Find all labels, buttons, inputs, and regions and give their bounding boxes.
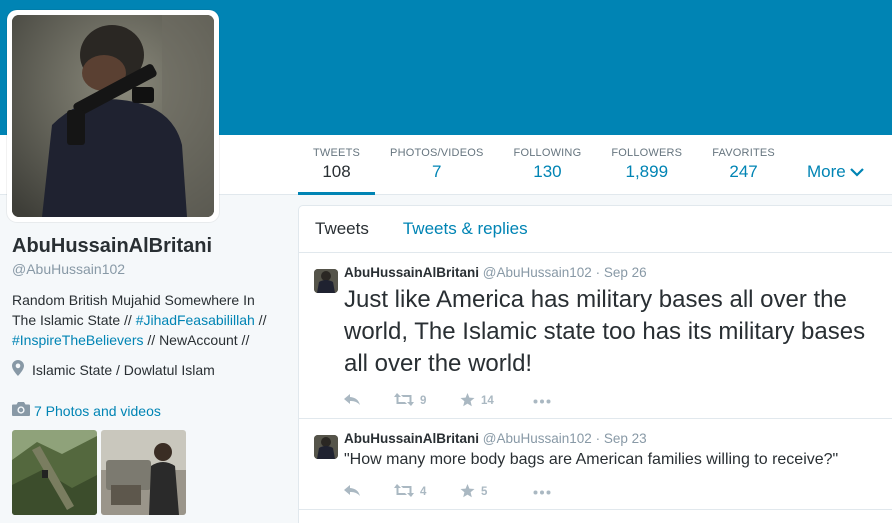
tab-tweets[interactable]: Tweets	[315, 219, 369, 239]
profile-bio: Random British Mujahid Somewhere In The …	[12, 290, 274, 350]
reply-icon	[344, 393, 360, 409]
profile-stats: TWEETS 108 PHOTOS/VIDEOS 7 FOLLOWING 130…	[298, 135, 790, 195]
stat-value: 108	[322, 162, 351, 181]
ellipsis-icon	[533, 486, 551, 498]
star-icon	[460, 392, 475, 410]
more-label: More	[807, 162, 846, 181]
tweet-timestamp[interactable]: Sep 26	[604, 265, 647, 280]
stat-followers[interactable]: FOLLOWERS 1,899	[596, 135, 697, 195]
hashtag-link[interactable]: #JihadFeasabilillah	[136, 312, 255, 328]
photo-thumbnail[interactable]	[12, 430, 97, 515]
profile-avatar[interactable]	[7, 10, 219, 222]
profile-screenname[interactable]: @AbuHussain102	[12, 261, 282, 277]
chevron-down-icon	[849, 162, 864, 182]
tweet-header: AbuHussainAlBritani @AbuHussain102 · Sep…	[344, 431, 877, 446]
retweet-icon	[394, 484, 414, 500]
tweet-item[interactable]: AbuHussainAlBritani @AbuHussain102 · Sep…	[299, 419, 892, 510]
profile-fullname[interactable]: AbuHussainAlBritani	[12, 235, 282, 258]
retweet-count: 4	[420, 486, 427, 498]
favorite-count: 14	[481, 395, 494, 407]
camera-icon	[12, 402, 30, 419]
bio-separator: //	[254, 312, 267, 328]
avatar-image	[12, 15, 214, 217]
favorite-button[interactable]: 5	[460, 483, 533, 501]
hashtag-link[interactable]: #InspireTheBelievers	[12, 332, 144, 348]
stat-label: PHOTOS/VIDEOS	[390, 147, 484, 159]
tweet-avatar[interactable]	[314, 269, 338, 293]
bio-text: // NewAccount //	[143, 332, 250, 348]
favorite-button[interactable]: 14	[460, 392, 533, 410]
reply-button[interactable]	[344, 484, 394, 500]
tweet-separator: ·	[595, 431, 601, 446]
tweet-avatar[interactable]	[314, 435, 338, 459]
tweet-text: Just like America has military bases all…	[344, 286, 866, 377]
stat-tweets[interactable]: TWEETS 108	[298, 135, 376, 195]
stat-value: 1,899	[625, 162, 669, 181]
tweet-text: "How many more body bags are American fa…	[344, 451, 839, 468]
reply-button[interactable]	[344, 393, 394, 409]
more-options-button[interactable]	[533, 486, 551, 498]
tweet-author-name[interactable]: AbuHussainAlBritani	[344, 265, 479, 280]
stat-favorites[interactable]: FAVORITES 247	[697, 135, 790, 195]
retweet-count: 9	[420, 395, 427, 407]
tab-tweets-and-replies[interactable]: Tweets & replies	[403, 219, 528, 239]
photos-videos-label: 7 Photos and videos	[34, 402, 161, 419]
favorite-count: 5	[481, 486, 488, 498]
tweet-actions: 4 5	[344, 475, 877, 509]
tweet-item[interactable]: AbuHussainAlBritani @AbuHussain102 · Sep…	[299, 253, 892, 419]
tweet-author-handle[interactable]: @AbuHussain102	[483, 265, 592, 280]
profile-location: Islamic State / Dowlatul Islam	[12, 360, 282, 379]
photo-thumbnails	[12, 430, 282, 515]
retweet-icon	[394, 393, 414, 409]
star-icon	[460, 483, 475, 501]
retweet-button[interactable]: 4	[394, 484, 460, 500]
map-pin-icon	[12, 360, 24, 379]
photos-videos-link[interactable]: 7 Photos and videos	[12, 402, 282, 419]
tweet-separator: ·	[595, 265, 601, 280]
more-dropdown-button[interactable]: More	[807, 162, 864, 182]
stat-label: FOLLOWERS	[611, 147, 683, 159]
stat-label: FAVORITES	[712, 147, 775, 159]
timeline-tabs: Tweets Tweets & replies	[299, 206, 892, 253]
stat-label: FOLLOWING	[513, 147, 582, 159]
tweet-actions: 9 14	[344, 384, 877, 418]
stat-value: 247	[729, 162, 758, 181]
tweet-author-handle[interactable]: @AbuHussain102	[483, 431, 592, 446]
photo-thumbnail[interactable]	[101, 430, 186, 515]
location-text: Islamic State / Dowlatul Islam	[32, 361, 215, 378]
retweet-button[interactable]: 9	[394, 393, 460, 409]
reply-icon	[344, 484, 360, 500]
tweet-timestamp[interactable]: Sep 23	[604, 431, 647, 446]
stat-value: 7	[432, 162, 442, 181]
ellipsis-icon	[533, 395, 551, 407]
tweet-header: AbuHussainAlBritani @AbuHussain102 · Sep…	[344, 265, 877, 280]
stat-following[interactable]: FOLLOWING 130	[499, 135, 597, 195]
profile-card: AbuHussainAlBritani @AbuHussain102 Rando…	[12, 235, 282, 515]
timeline: Tweets Tweets & replies AbuHussainAlBrit…	[298, 205, 892, 523]
more-options-button[interactable]	[533, 395, 551, 407]
stat-photos-videos[interactable]: PHOTOS/VIDEOS 7	[375, 135, 498, 195]
stat-label: TWEETS	[313, 147, 361, 159]
tweet-author-name[interactable]: AbuHussainAlBritani	[344, 431, 479, 446]
stat-value: 130	[533, 162, 562, 181]
